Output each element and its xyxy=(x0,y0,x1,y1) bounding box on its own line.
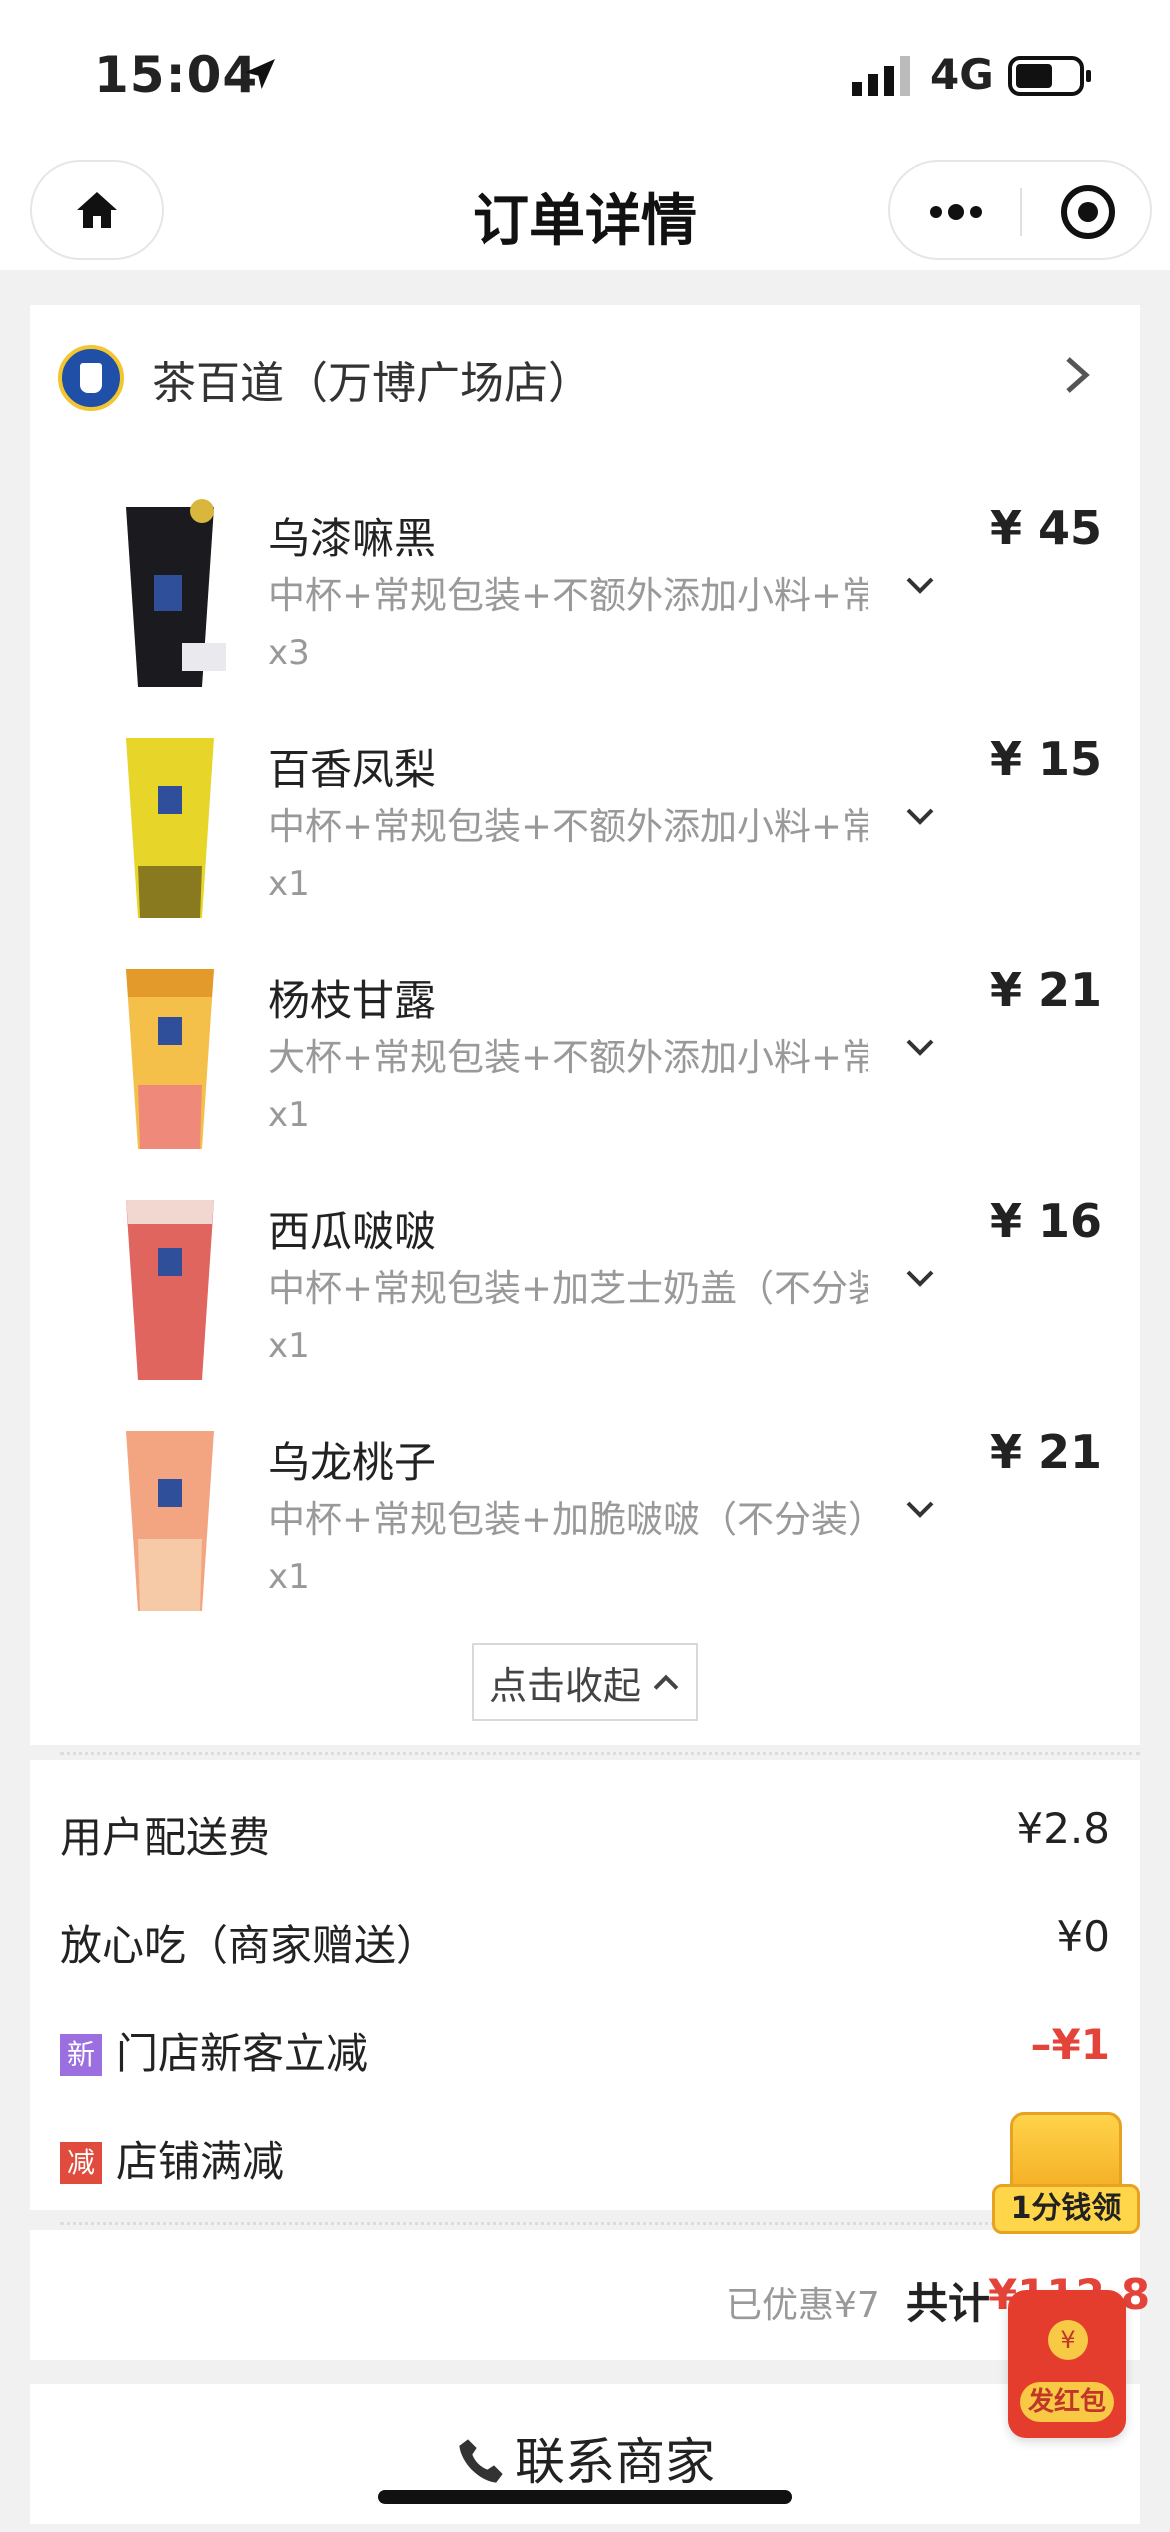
cellular-signal-icon xyxy=(852,56,910,96)
collapse-label: 点击收起 xyxy=(488,1663,641,1708)
fee-value: ¥2.8 xyxy=(1016,1804,1110,1853)
saved-amount: 已优惠¥7 xyxy=(726,2285,880,2326)
status-time: 15:04 xyxy=(94,46,259,104)
item-spec: 大杯+常规包装+不额外添加小料+常… xyxy=(268,1036,868,1079)
gift-label: 1分钱领 xyxy=(992,2184,1140,2234)
item-price: ¥ 45 xyxy=(989,501,1102,555)
item-price: ¥ 21 xyxy=(989,963,1102,1017)
contact-merchant-button[interactable]: 联系商家 xyxy=(30,2422,1140,2494)
fee-card: 用户配送费 ¥2.8 放心吃（商家赠送） ¥0 新门店新客立减 –¥1 减店铺满… xyxy=(30,1760,1140,2225)
chevron-down-icon[interactable] xyxy=(904,806,936,828)
total-label: 共计 xyxy=(906,2279,991,2328)
nav-bar: 订单详情 xyxy=(0,150,1170,270)
item-name: 乌漆嘛黑 xyxy=(268,514,437,563)
new-badge: 新 xyxy=(60,2034,102,2076)
drink-image xyxy=(126,1431,214,1611)
store-logo xyxy=(58,345,124,411)
item-quantity: x1 xyxy=(268,1557,310,1597)
battery-icon xyxy=(1008,56,1091,96)
close-target-icon[interactable] xyxy=(1058,182,1118,242)
item-quantity: x1 xyxy=(268,1095,310,1135)
item-quantity: x1 xyxy=(268,1326,310,1366)
item-name: 杨枝甘露 xyxy=(268,976,437,1025)
chevron-right-icon xyxy=(1066,357,1090,393)
divider xyxy=(60,2222,1140,2225)
red-packet-button[interactable]: ¥ 发红包 xyxy=(1008,2290,1126,2438)
item-name: 乌龙桃子 xyxy=(268,1438,437,1487)
drink-image xyxy=(126,1200,214,1380)
delivery-fee-row: 用户配送费 ¥2.8 xyxy=(60,1804,1110,1884)
order-item: 百香凤梨 ¥ 15 中杯+常规包装+不额外添加小料+常… x1 xyxy=(30,726,1140,956)
fee-value: ¥0 xyxy=(1056,1912,1110,1961)
item-spec: 中杯+常规包装+加芝士奶盖（不分装… xyxy=(268,1267,868,1310)
location-arrow-icon xyxy=(245,59,275,89)
fee-label: 放心吃（商家赠送） xyxy=(60,1921,439,1970)
miniprogram-capsule xyxy=(888,160,1152,260)
store-row[interactable]: 茶百道（万博广场店） xyxy=(30,305,1140,441)
order-items-card: 茶百道（万博广场店） 乌漆嘛黑 ¥ 45 中杯+常规包装+不额外添加小料+常… … xyxy=(30,305,1140,1755)
order-item: 西瓜啵啵 ¥ 16 中杯+常规包装+加芝士奶盖（不分装… x1 xyxy=(30,1188,1140,1418)
chevron-down-icon[interactable] xyxy=(904,1037,936,1059)
order-item: 杨枝甘露 ¥ 21 大杯+常规包装+不额外添加小料+常… x1 xyxy=(30,957,1140,1187)
full-discount-row: 减店铺满减 xyxy=(60,2128,1110,2208)
fee-label: 店铺满减 xyxy=(116,2137,285,2186)
item-name: 百香凤梨 xyxy=(268,745,437,794)
item-spec: 中杯+常规包装+不额外添加小料+常… xyxy=(268,574,868,617)
chevron-down-icon[interactable] xyxy=(904,1499,936,1521)
insurance-row: 放心吃（商家赠送） ¥0 xyxy=(60,1912,1110,1992)
chevron-down-icon[interactable] xyxy=(904,1268,936,1290)
drink-image xyxy=(126,738,214,918)
network-type: 4G xyxy=(930,50,994,99)
fee-label: 用户配送费 xyxy=(60,1813,271,1862)
order-item: 乌龙桃子 ¥ 21 中杯+常规包装+加脆啵啵（不分装）… x1 xyxy=(30,1419,1140,1649)
item-price: ¥ 15 xyxy=(989,732,1102,786)
home-indicator xyxy=(378,2490,792,2504)
collapse-button[interactable]: 点击收起 xyxy=(472,1643,698,1721)
drink-image xyxy=(126,969,214,1149)
item-spec: 中杯+常规包装+加脆啵啵（不分装）… xyxy=(268,1498,868,1541)
item-price: ¥ 16 xyxy=(989,1194,1102,1248)
red-packet-label: 发红包 xyxy=(1020,2382,1114,2422)
total-card: 已优惠¥7 共计 ¥112.8 xyxy=(30,2230,1150,2360)
more-icon[interactable] xyxy=(926,190,986,234)
status-bar: 15:04 4G xyxy=(0,0,1170,150)
item-quantity: x1 xyxy=(268,864,310,904)
phone-icon xyxy=(459,2439,503,2483)
divider xyxy=(60,1752,1140,1755)
fee-value: –¥1 xyxy=(1030,2020,1110,2069)
item-name: 西瓜啵啵 xyxy=(268,1207,437,1256)
chevron-down-icon[interactable] xyxy=(904,575,936,597)
penny-gift-widget[interactable]: 1分钱领 xyxy=(992,2112,1140,2234)
chevron-up-icon xyxy=(653,1674,679,1690)
new-customer-discount-row: 新门店新客立减 –¥1 xyxy=(60,2020,1110,2100)
store-name: 茶百道（万博广场店） xyxy=(152,358,592,409)
order-item: 乌漆嘛黑 ¥ 45 中杯+常规包装+不额外添加小料+常… x3 xyxy=(30,495,1140,725)
item-quantity: x3 xyxy=(268,633,310,673)
capsule-divider xyxy=(1020,188,1022,236)
fee-label: 门店新客立减 xyxy=(116,2029,369,2078)
item-spec: 中杯+常规包装+不额外添加小料+常… xyxy=(268,805,868,848)
contact-label: 联系商家 xyxy=(515,2433,715,2491)
coin-icon: ¥ xyxy=(1048,2320,1088,2360)
item-price: ¥ 21 xyxy=(989,1425,1102,1479)
drink-image xyxy=(126,499,226,687)
discount-badge: 减 xyxy=(60,2142,102,2184)
